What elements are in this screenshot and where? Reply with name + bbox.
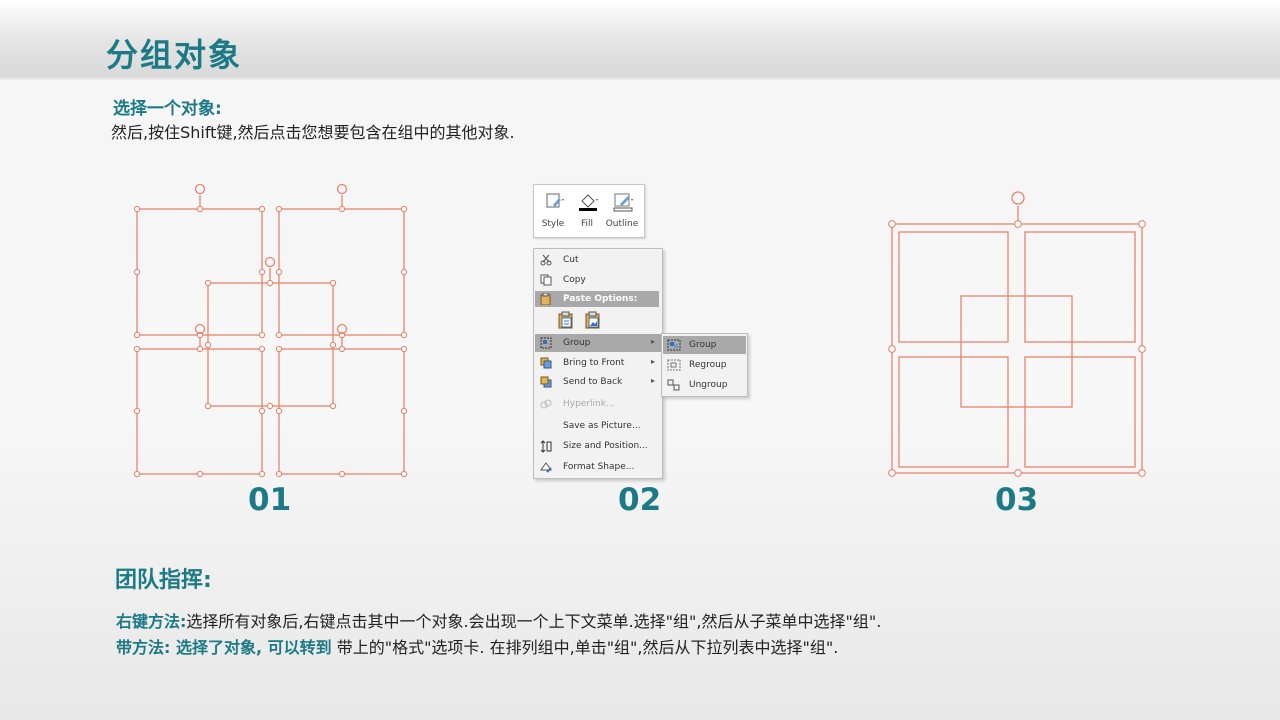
- copy-icon: [540, 274, 552, 286]
- bring-front-icon: [540, 357, 552, 369]
- style-button[interactable]: Style: [536, 189, 570, 233]
- submenu-item-regroup[interactable]: Regroup: [663, 356, 746, 374]
- hyperlink-icon: [540, 398, 552, 410]
- step-02-label: 02: [618, 482, 662, 518]
- menu-item-bring-to-front[interactable]: Bring to Front ▸: [535, 354, 661, 372]
- outline-button[interactable]: Outline: [605, 189, 639, 233]
- clipboard-icon: [540, 292, 552, 308]
- group-submenu: Group Regroup Ungroup: [661, 333, 748, 397]
- menu-item-format-shape[interactable]: Format Shape...: [535, 458, 661, 476]
- step-01-label: 01: [248, 482, 292, 518]
- step-03-label: 03: [995, 482, 1039, 518]
- menu-item-group[interactable]: Group ▸: [535, 334, 661, 352]
- square-top-left: [136, 208, 263, 336]
- right-click-tip: 右键方法:选择所有对象后,右键点击其中一个对象.会出现一个上下文菜单.选择"组"…: [116, 608, 881, 632]
- center-square: [207, 282, 334, 407]
- submenu-arrow-icon: ▸: [650, 357, 655, 366]
- send-back-icon: [540, 376, 552, 388]
- ungroup-icon: [667, 379, 681, 394]
- format-shape-icon: [540, 461, 552, 473]
- ribbon-method-text: 带上的"格式"选项卡. 在排列组中,单击"组",然后从下拉列表中选择"组".: [331, 638, 839, 657]
- mini-toolbar: Style Fill Outline: [533, 184, 645, 238]
- menu-item-send-to-back[interactable]: Send to Back ▸: [535, 373, 661, 391]
- tips-heading: 团队指挥:: [115, 568, 212, 593]
- paste-options-header: Paste Options:: [535, 291, 659, 307]
- menu-item-size-and-position[interactable]: Size and Position...: [535, 437, 661, 455]
- group-icon: [540, 337, 552, 349]
- size-position-icon: [540, 440, 552, 453]
- menu-item-save-as-picture[interactable]: Save as Picture...: [535, 417, 661, 435]
- paste-keep-formatting-button[interactable]: [558, 311, 574, 332]
- ribbon-tip: 带方法: 选择了对象, 可以转到 带上的"格式"选项卡. 在排列组中,单击"组"…: [116, 634, 838, 658]
- paste-picture-icon: [585, 311, 600, 329]
- paste-keep-formatting-icon: [558, 311, 573, 329]
- ribbon-method-label: 带方法: 选择了对象, 可以转到: [116, 638, 332, 657]
- context-menu: Cut Copy Paste Options: Group ▸ Bring to…: [533, 248, 663, 479]
- square-top-right: [278, 208, 405, 336]
- submenu-item-group[interactable]: Group: [663, 336, 746, 354]
- style-icon: [542, 191, 566, 216]
- fill-bucket-icon: [576, 191, 600, 216]
- paste-picture-button[interactable]: [585, 311, 601, 332]
- group-icon: [667, 339, 681, 354]
- regroup-icon: [667, 359, 681, 374]
- right-click-label: 右键方法:: [116, 612, 187, 631]
- figure-01-shapes: [136, 195, 405, 475]
- menu-item-copy[interactable]: Copy: [535, 271, 661, 289]
- square-bottom-left: [136, 348, 263, 475]
- square-bottom-right: [278, 348, 405, 475]
- menu-item-hyperlink[interactable]: Hyperlink...: [535, 395, 661, 413]
- group-bounding-box: [891, 223, 1143, 474]
- scissors-icon: [540, 254, 552, 266]
- menu-item-cut[interactable]: Cut: [535, 251, 661, 269]
- outline-pen-icon: [611, 191, 635, 216]
- fill-button[interactable]: Fill: [570, 189, 604, 233]
- submenu-item-ungroup[interactable]: Ungroup: [663, 376, 746, 394]
- submenu-arrow-icon: ▸: [650, 376, 655, 385]
- right-click-text: 选择所有对象后,右键点击其中一个对象.会出现一个上下文菜单.选择"组",然后从子…: [186, 612, 882, 631]
- figure-03-shapes: [891, 206, 1143, 474]
- submenu-arrow-icon: ▸: [650, 337, 655, 346]
